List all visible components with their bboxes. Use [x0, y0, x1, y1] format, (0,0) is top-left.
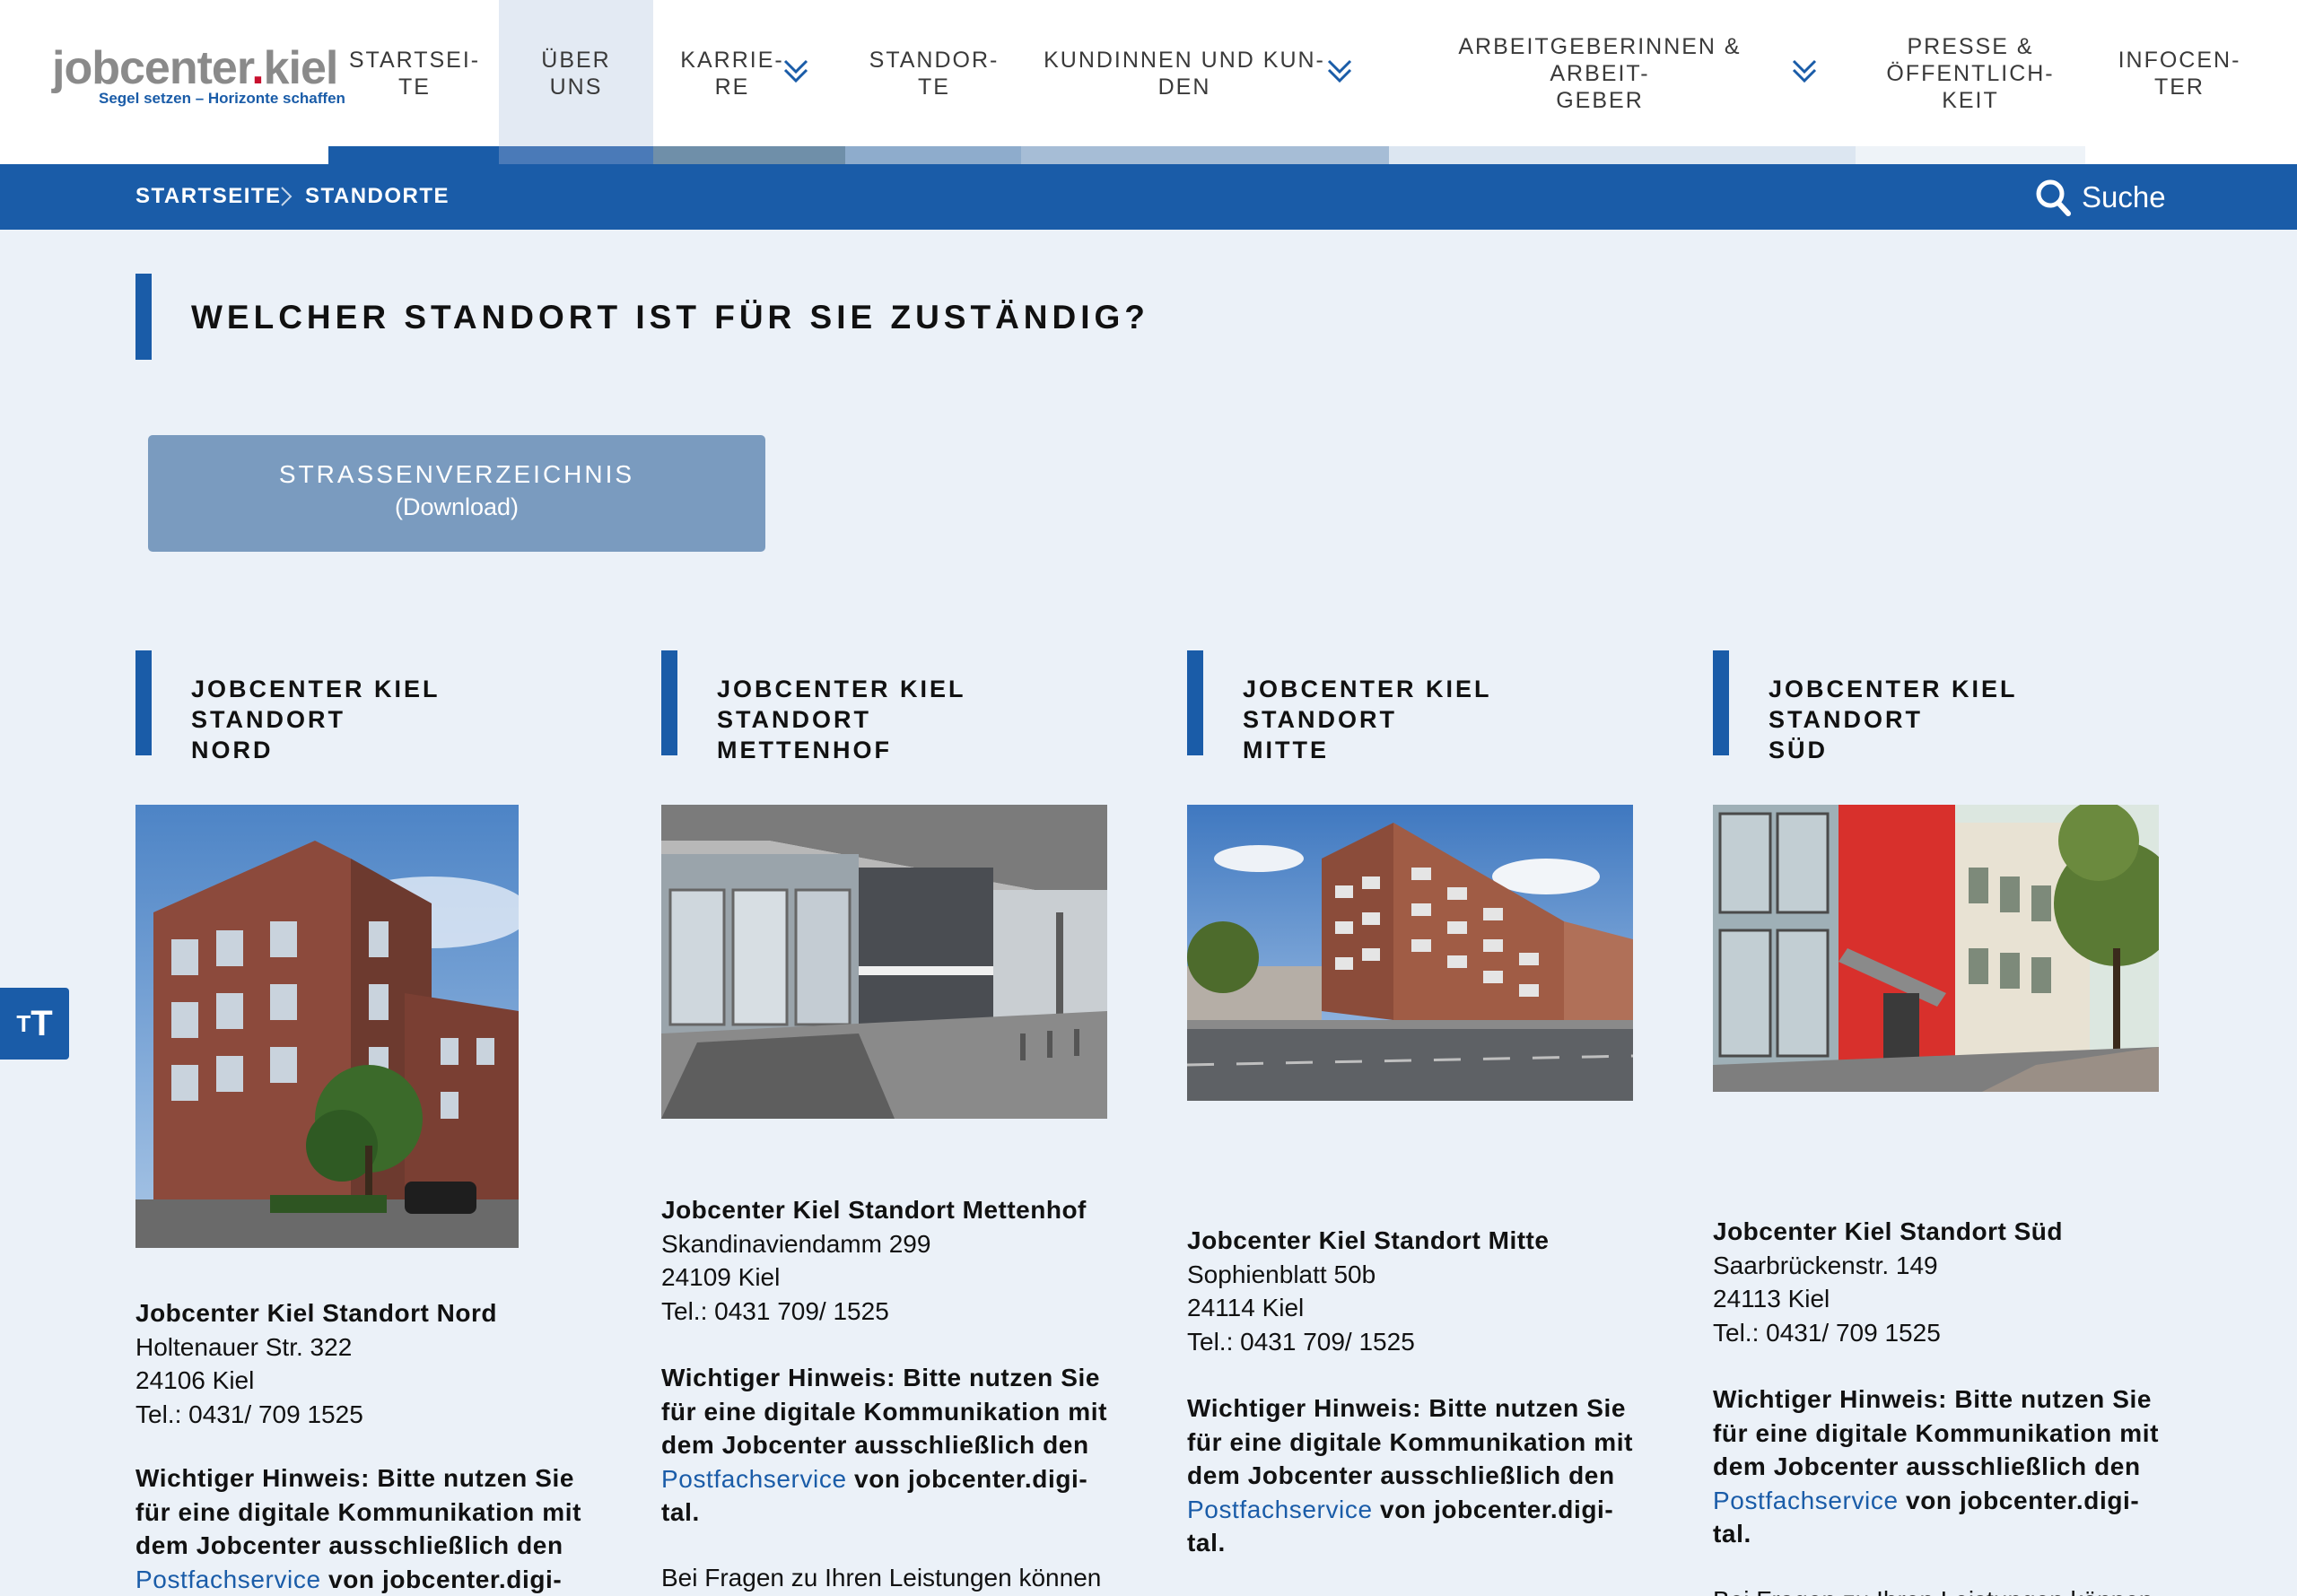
- location-phone: Tel.: 0431 709/ 1525: [1187, 1327, 1415, 1356]
- location-heading: JOBCENTER KIEL STANDORT MITTE: [1187, 650, 1636, 763]
- nav-standorte[interactable]: STANDOR- TE: [869, 0, 1000, 146]
- nav-label: INFOCEN- TER: [2118, 47, 2241, 100]
- color-stripe: [1856, 146, 2085, 164]
- color-stripe: [1389, 146, 1856, 164]
- location-heading: JOBCENTER KIEL STANDORT NORD: [135, 650, 584, 763]
- location-phone: Tel.: 0431/ 709 1525: [1713, 1318, 1941, 1347]
- location-title: JOBCENTER KIEL STANDORT MITTE: [1243, 676, 1492, 763]
- location-heading: JOBCENTER KIEL STANDORT SÜD: [1713, 650, 2162, 763]
- nav-karriere[interactable]: KARRIE- RE: [653, 0, 869, 146]
- breadcrumb-item-startseite[interactable]: STARTSEITE: [135, 184, 282, 209]
- accent-bar: [1713, 650, 1729, 755]
- font-size-icon-small: T: [16, 1009, 31, 1037]
- location-name: Jobcenter Kiel Standort Süd: [1713, 1217, 2063, 1245]
- nav-ueber-uns[interactable]: ÜBER UNS: [499, 0, 653, 146]
- nav-label: STANDOR- TE: [869, 47, 1000, 100]
- location-photo: [1187, 805, 1633, 1101]
- nav-label: ÜBER UNS: [541, 47, 611, 100]
- location-address: Jobcenter Kiel Standort Mettenhof Skandi…: [661, 1193, 1110, 1328]
- location-title: JOBCENTER KIEL STANDORT METTENHOF: [717, 676, 966, 763]
- location-address: Jobcenter Kiel Standort Nord Holtenauer …: [135, 1296, 584, 1431]
- nav-label: STARTSEI- TE: [348, 47, 481, 100]
- location-address: Jobcenter Kiel Standort Süd Saarbrückens…: [1713, 1215, 2162, 1349]
- location-street: Saarbrückenstr. 149: [1713, 1251, 1938, 1279]
- page-title: WELCHER STANDORT IST FÜR SIE ZUSTÄNDIG?: [191, 299, 1149, 336]
- nav-kundinnen-und-kunden[interactable]: KUNDINNEN UND KUN- DEN: [1023, 0, 1393, 146]
- chevron-right-icon: [281, 187, 293, 206]
- location-phone: Tel.: 0431 709/ 1525: [661, 1296, 889, 1325]
- location-photo: [135, 805, 519, 1248]
- search-button[interactable]: Suche: [2035, 177, 2166, 218]
- logo-wordmark: jobcenter.kiel: [52, 42, 338, 94]
- font-size-toggle-button[interactable]: TT: [0, 988, 69, 1060]
- location-photo: [1713, 805, 2159, 1092]
- search-label: Suche: [2082, 180, 2166, 214]
- location-notice: Wichtiger Hinweis: Bitte nutzen Sie für …: [1187, 1391, 1645, 1560]
- location-notice: Wichtiger Hinweis: Bitte nutzen Sie für …: [135, 1461, 593, 1596]
- notice-text: Wichtiger Hinweis: Bitte nutzen Sie für …: [135, 1464, 582, 1559]
- accent-bar: [661, 650, 677, 755]
- color-stripe: [653, 146, 845, 164]
- location-notice: Wichtiger Hinweis: Bitte nutzen Sie für …: [1713, 1382, 2170, 1551]
- chevron-down-icon: [783, 59, 808, 83]
- location-title: JOBCENTER KIEL STANDORT NORD: [191, 676, 441, 763]
- nav-label: PRESSE & ÖFFENTLICH- KEIT: [1886, 33, 2055, 113]
- notice-text-end: von jobcenter.digi-: [328, 1565, 563, 1593]
- color-stripe: [845, 146, 1021, 164]
- nav-startseite[interactable]: STARTSEI- TE: [330, 0, 499, 146]
- location-city: 24114 Kiel: [1187, 1294, 1305, 1321]
- location-notice: Wichtiger Hinweis: Bitte nutzen Sie für …: [661, 1361, 1119, 1530]
- nav-label: KARRIE- RE: [680, 47, 784, 100]
- notice-text: Wichtiger Hinweis: Bitte nutzen Sie für …: [1713, 1385, 2160, 1480]
- nav-label: KUNDINNEN UND KUN- DEN: [1044, 47, 1325, 100]
- notice-text: Wichtiger Hinweis: Bitte nutzen Sie für …: [1187, 1394, 1634, 1489]
- location-city: 24106 Kiel: [135, 1366, 255, 1394]
- location-name: Jobcenter Kiel Standort Mettenhof: [661, 1196, 1087, 1224]
- location-street: Skandinaviendamm 299: [661, 1229, 931, 1258]
- location-phone: Tel.: 0431/ 709 1525: [135, 1400, 363, 1428]
- location-address: Jobcenter Kiel Standort Mitte Sophienbla…: [1187, 1224, 1636, 1358]
- postfachservice-link[interactable]: Postfachservice: [1187, 1496, 1373, 1523]
- location-city: 24113 Kiel: [1713, 1285, 1830, 1313]
- location-more-text: Bei Fragen zu Ihren Leistungen können: [661, 1564, 1102, 1592]
- nav-arbeitgeber[interactable]: ARBEITGEBERINNEN & ARBEIT- GEBER: [1407, 0, 1829, 146]
- postfachservice-link[interactable]: Postfachservice: [1713, 1487, 1899, 1514]
- logo-slogan: Segel setzen – Horizonte schaffen: [99, 90, 345, 107]
- location-name: Jobcenter Kiel Standort Nord: [135, 1299, 497, 1327]
- color-stripe: [1021, 146, 1389, 164]
- color-stripe: [499, 146, 653, 164]
- notice-text: Wichtiger Hinweis: Bitte nutzen Sie für …: [661, 1364, 1108, 1459]
- nav-presse[interactable]: PRESSE & ÖFFENTLICH- KEIT: [1856, 0, 2085, 146]
- breadcrumb: STARTSEITE STANDORTE Suche: [0, 164, 2297, 230]
- nav-infocenter[interactable]: INFOCEN- TER: [2096, 0, 2263, 146]
- street-directory-download-button[interactable]: STRASSENVERZEICHNIS (Download): [148, 435, 765, 552]
- site-logo[interactable]: jobcenter.kiel Segel setzen – Horizonte …: [52, 45, 345, 112]
- location-title: JOBCENTER KIEL STANDORT SÜD: [1769, 676, 2018, 763]
- location-street: Holtenauer Str. 322: [135, 1332, 353, 1361]
- postfachservice-link[interactable]: Postfachservice: [661, 1465, 847, 1493]
- search-icon: [2036, 179, 2071, 216]
- accent-bar: [135, 650, 152, 755]
- street-button-label: STRASSENVERZEICHNIS: [278, 460, 635, 488]
- location-more-text: Bei Fragen zu Ihren Leistungen können: [1713, 1583, 2162, 1596]
- location-street: Sophienblatt 50b: [1187, 1260, 1376, 1288]
- font-size-icon-large: T: [31, 1003, 53, 1043]
- chevron-down-icon: [1327, 59, 1352, 83]
- nav-label: ARBEITGEBERINNEN & ARBEIT- GEBER: [1458, 33, 1742, 113]
- location-photo: [661, 805, 1107, 1119]
- postfachservice-link[interactable]: Postfachservice: [135, 1565, 321, 1593]
- location-heading: JOBCENTER KIEL STANDORT METTENHOF: [661, 650, 1110, 763]
- location-city: 24109 Kiel: [661, 1263, 781, 1291]
- location-name: Jobcenter Kiel Standort Mitte: [1187, 1226, 1550, 1254]
- accent-bar: [135, 274, 152, 360]
- site-header: jobcenter.kiel Segel setzen – Horizonte …: [0, 0, 2297, 164]
- breadcrumb-item-standorte: STANDORTE: [305, 184, 450, 208]
- color-stripe: [328, 146, 499, 164]
- chevron-down-icon: [1792, 59, 1817, 83]
- street-button-sublabel: (Download): [394, 493, 520, 520]
- accent-bar: [1187, 650, 1203, 755]
